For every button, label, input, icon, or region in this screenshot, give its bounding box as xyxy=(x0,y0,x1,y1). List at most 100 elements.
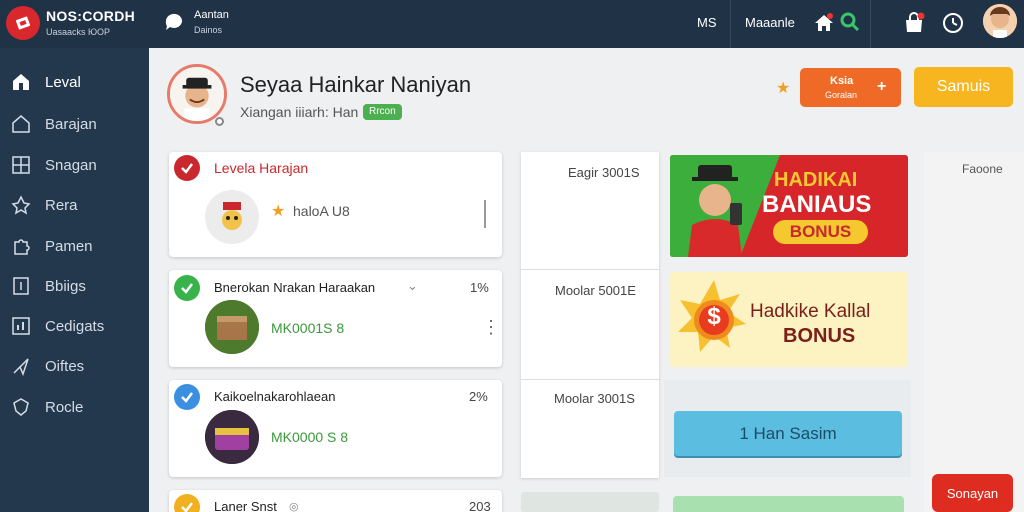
level-thumbnail xyxy=(205,190,259,244)
document-icon xyxy=(10,275,32,297)
top-user-name[interactable]: Aantan xyxy=(194,9,229,21)
check-icon xyxy=(174,155,200,181)
sidebar-item-oiftes[interactable]: Oiftes xyxy=(0,348,149,384)
home-icon xyxy=(10,71,32,93)
orange-button-label: Ksia xyxy=(830,75,854,87)
top-ms-label[interactable]: MS xyxy=(697,15,717,30)
star-icon: ★ xyxy=(776,80,791,97)
sidebar-item-label: Rocle xyxy=(45,398,84,416)
bag-icon[interactable] xyxy=(902,11,926,35)
top-divider xyxy=(730,0,731,48)
info-icon[interactable]: ◎ xyxy=(289,500,299,512)
chart-icon xyxy=(10,315,32,337)
brand-subtitle: Uasaacks ЮОР xyxy=(46,27,111,37)
top-bar: NOS:CORDH Uasaacks ЮОР Aantan Dainos MS … xyxy=(0,0,1024,48)
page-title: Seyaa Hainkar Naniyan xyxy=(240,72,472,97)
home-icon[interactable] xyxy=(813,12,835,34)
orange-button-sublabel: Goralan xyxy=(825,90,858,100)
sidebar-item-pamen[interactable]: Pamen xyxy=(0,228,149,264)
puzzle-icon xyxy=(10,235,32,257)
page-subtitle: Xiangan iiiarh: Han xyxy=(240,104,359,120)
sidebar-item-label: Leval xyxy=(45,73,81,91)
level-title: Laner Snst xyxy=(214,499,277,512)
sidebar-item-leval[interactable]: Leval xyxy=(0,64,149,100)
han-sasim-button[interactable]: 1 Han Sasim xyxy=(674,411,902,456)
level-thumbnail xyxy=(205,410,259,464)
top-nav-label[interactable]: Maaanle xyxy=(745,15,795,30)
orange-action-button[interactable]: Ksia Goralan + xyxy=(800,68,901,107)
sidebar-item-label: Bbiigs xyxy=(45,277,86,295)
level-title: Bnerokan Nrakan Haraakan xyxy=(214,280,376,295)
banner-heading: BONUS xyxy=(783,325,856,347)
top-user-subtitle: Dainos xyxy=(194,25,223,35)
brand-name: NOS:CORDH xyxy=(46,8,136,24)
level-card[interactable]: Kaikoelnakarohlaean 2% MK0000 S 8 xyxy=(169,380,502,477)
subtitle-badge: Rrcon xyxy=(363,104,402,120)
sidebar-item-snagan[interactable]: Snagan xyxy=(0,147,149,183)
level-thumbnail xyxy=(205,300,259,354)
sidebar-item-label: Rera xyxy=(45,196,78,214)
more-options-icon[interactable]: ⋮ xyxy=(482,317,500,338)
sidebar-item-label: Snagan xyxy=(45,156,97,174)
sidebar-item-label: Barajan xyxy=(45,115,97,133)
house-outline-icon xyxy=(10,113,32,135)
divider xyxy=(521,269,659,270)
banner-heading: BANIAUS xyxy=(762,191,872,218)
profile-avatar[interactable] xyxy=(167,64,227,124)
user-avatar[interactable] xyxy=(983,4,1017,38)
sidebar-item-rocle[interactable]: Rocle xyxy=(0,389,149,425)
pin-icon xyxy=(10,194,32,216)
level-title: Levela Harajan xyxy=(214,160,309,176)
level-value: haloA U8 xyxy=(293,203,350,219)
clock-icon[interactable] xyxy=(941,11,965,35)
check-icon xyxy=(174,384,200,410)
chat-icon[interactable] xyxy=(163,11,185,33)
level-value: MK0001S 8 xyxy=(271,320,345,336)
sonayan-button[interactable]: Sonayan xyxy=(932,474,1013,512)
scroll-indicator[interactable] xyxy=(484,200,486,228)
check-icon xyxy=(174,494,200,512)
grid-icon xyxy=(10,154,32,176)
green-button-partial[interactable] xyxy=(673,496,904,512)
top-divider xyxy=(870,0,871,48)
stat-label: Moolar 3001S xyxy=(554,391,635,406)
sidebar-item-cedigats[interactable]: Cedigats xyxy=(0,308,149,344)
level-card[interactable]: Levela Harajan ★ haloA U8 xyxy=(169,152,502,257)
samuis-button[interactable]: Samuis xyxy=(914,67,1013,107)
stats-panel-footer xyxy=(521,492,659,512)
coin-symbol: $ xyxy=(707,303,721,330)
stat-label: Moolar 5001E xyxy=(555,283,636,298)
sidebar-item-rera[interactable]: Rera xyxy=(0,187,149,223)
bonus-banner-1[interactable]: HADIKAI BANIAUS BONUS xyxy=(670,155,908,257)
send-icon xyxy=(10,355,32,377)
sidebar-item-label: Oiftes xyxy=(45,357,85,375)
chevron-down-icon[interactable]: ⌄ xyxy=(407,278,418,294)
banner-heading: Hadkike Kallal xyxy=(750,301,871,322)
level-percent: 1% xyxy=(470,280,489,295)
check-icon xyxy=(174,275,200,301)
profile-status-dot xyxy=(215,117,224,126)
right-panel-label: Faoone xyxy=(962,162,1003,176)
stat-label: Eagir 3001S xyxy=(568,165,640,180)
banner-heading: HADIKAI xyxy=(774,169,858,191)
search-icon[interactable] xyxy=(839,11,861,33)
star-icon: ★ xyxy=(271,203,286,220)
logo-icon xyxy=(15,16,31,30)
sidebar-item-bbiigs[interactable]: Bbiigs xyxy=(0,268,149,304)
sidebar-item-label: Pamen xyxy=(45,237,93,255)
level-card[interactable]: Bnerokan Nrakan Haraakan ⌄ 1% MK0001S 8 … xyxy=(169,270,502,367)
sidebar: Leval Barajan Snagan Rera Pamen Bbiigs C… xyxy=(0,48,149,512)
plus-icon: + xyxy=(877,78,887,95)
divider xyxy=(521,379,659,380)
level-title: Kaikoelnakarohlaean xyxy=(214,389,336,404)
banner-bonus-tag: BONUS xyxy=(773,220,868,244)
level-value: MK0000 S 8 xyxy=(271,429,349,445)
sidebar-item-label: Cedigats xyxy=(45,317,105,335)
logo[interactable] xyxy=(6,6,40,40)
level-percent: 203 xyxy=(469,499,491,512)
level-percent: 2% xyxy=(469,389,488,404)
sidebar-item-barajan[interactable]: Barajan xyxy=(0,106,149,142)
level-card[interactable]: Laner Snst ◎ 203 xyxy=(169,490,502,512)
bonus-banner-2[interactable]: $ Hadkike Kallal BONUS xyxy=(670,272,908,367)
shield-icon xyxy=(10,396,32,418)
